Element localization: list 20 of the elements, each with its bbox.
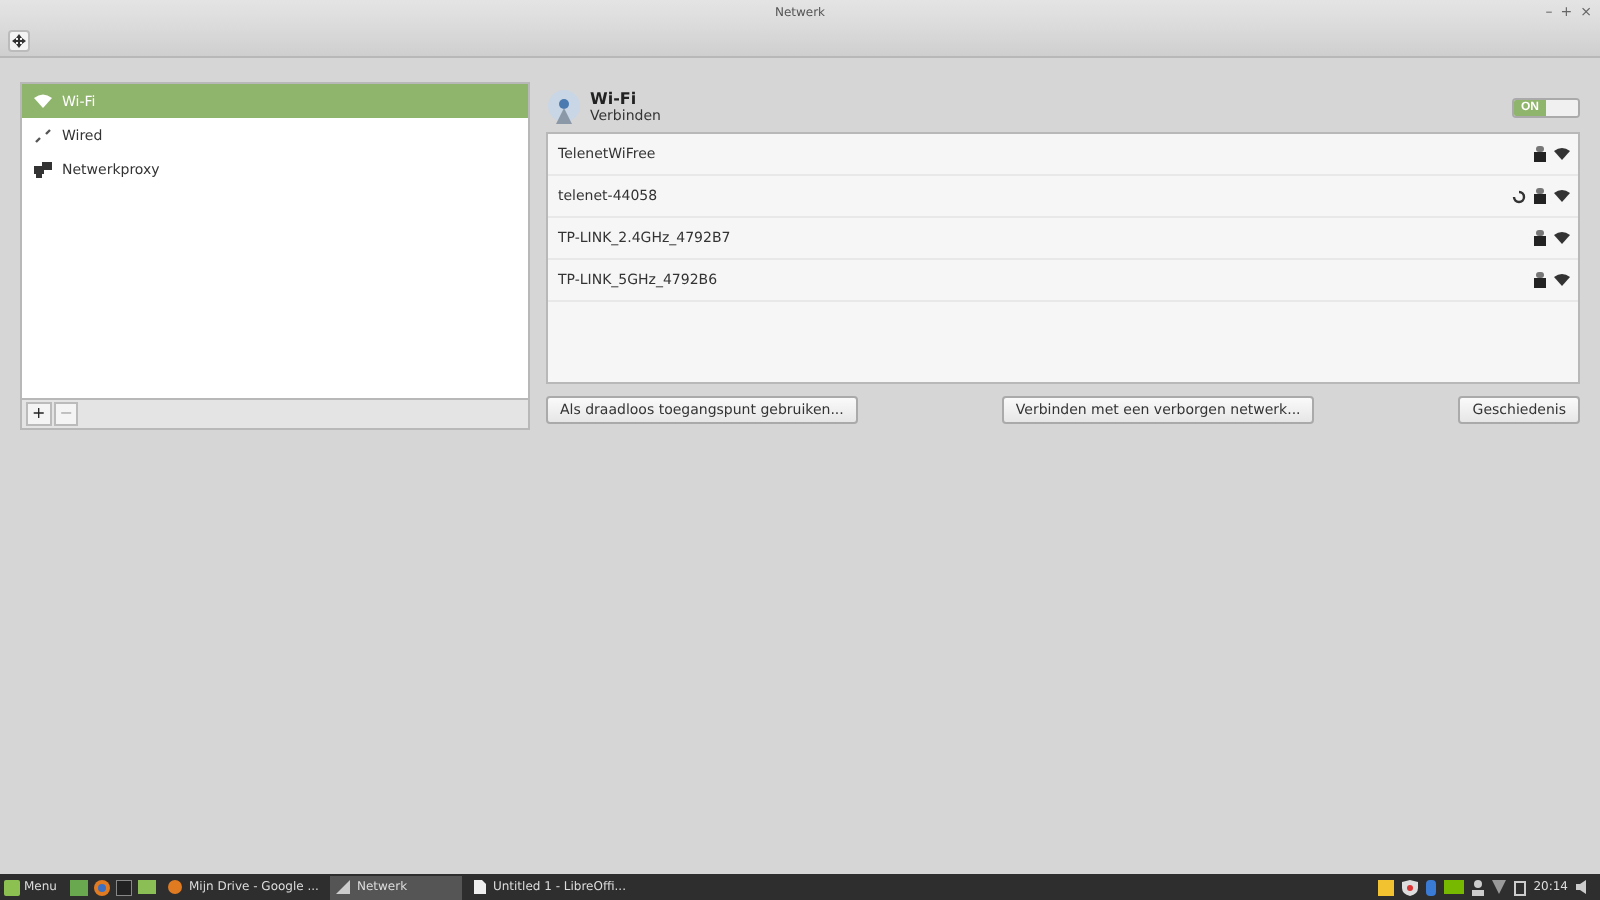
- terminal-icon[interactable]: [116, 879, 133, 895]
- user-icon[interactable]: [1471, 879, 1484, 895]
- computers-icon: [34, 161, 52, 177]
- wifi-signal-icon: [1554, 148, 1570, 160]
- toolbar-button[interactable]: [8, 29, 30, 51]
- wifi-signal-icon: [1554, 232, 1570, 244]
- browser-icon[interactable]: [94, 879, 111, 895]
- move-icon: [12, 33, 26, 47]
- cable-icon: [34, 127, 52, 143]
- wifi-signal-icon: [1554, 190, 1570, 202]
- wifi-icon: [34, 94, 52, 108]
- speaker-icon[interactable]: [1576, 880, 1592, 894]
- add-button[interactable]: +: [26, 402, 52, 426]
- wireless-tower-icon: [546, 89, 582, 125]
- battery-icon[interactable]: [1513, 879, 1526, 895]
- wifi-signal-icon: [1554, 274, 1570, 286]
- shield-icon[interactable]: [1401, 879, 1418, 895]
- section-title: Wi-Fi: [590, 90, 639, 108]
- document-icon: [474, 880, 487, 894]
- browser-icon: [168, 880, 183, 894]
